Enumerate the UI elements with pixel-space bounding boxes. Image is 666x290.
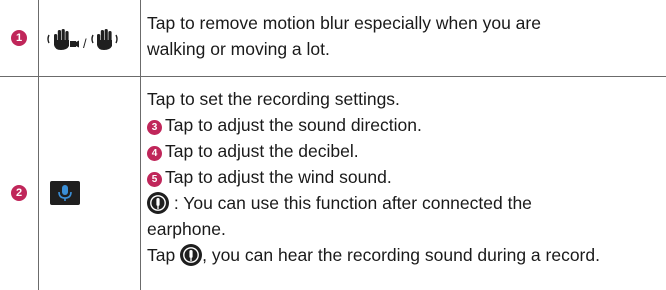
- sub-item-5-badge: 5: [147, 172, 162, 187]
- sub-item-decibel: 4 Tap to adjust the decibel.: [147, 138, 600, 164]
- sub-item-wind-sound: 5 Tap to adjust the wind sound.: [147, 164, 600, 190]
- row-1-description-line-1: Tap to remove motion blur especially whe…: [147, 13, 541, 33]
- sub-item-sound-direction: 3 Tap to adjust the sound direction.: [147, 112, 600, 138]
- tap-suffix: , you can hear the recording sound durin…: [202, 245, 600, 265]
- row-1-description: Tap to remove motion blur especially whe…: [147, 10, 541, 62]
- sub-item-5-text: Tap to adjust the wind sound.: [165, 167, 392, 187]
- earphone-note-text: : You can use this function after connec…: [173, 193, 532, 213]
- column-divider-2: [140, 0, 141, 290]
- sub-item-3-text: Tap to adjust the sound direction.: [165, 115, 422, 135]
- microphone-icon: [58, 185, 72, 201]
- steady-record-icons[interactable]: /: [46, 26, 136, 54]
- row-1-number-badge: 1: [11, 30, 27, 46]
- row-2-number-badge: 2: [11, 185, 27, 201]
- row-2-description-line-1: Tap to set the recording settings.: [147, 89, 400, 109]
- earphone-monitor-icon-inline[interactable]: [180, 244, 203, 266]
- row-2-description: Tap to set the recording settings. 3 Tap …: [147, 86, 600, 268]
- icon-separator: /: [83, 36, 87, 51]
- recording-settings-button[interactable]: [50, 181, 80, 205]
- row-1-description-line-2: walking or moving a lot.: [147, 39, 330, 59]
- earphone-note-line-1: : You can use this function after connec…: [147, 190, 600, 216]
- sub-item-4-badge: 4: [147, 146, 162, 161]
- sub-item-3-badge: 3: [147, 120, 162, 135]
- earphone-monitor-icon[interactable]: [147, 192, 169, 214]
- tap-earphone-line: Tap , you can hear the recording sound d…: [147, 242, 600, 268]
- sub-item-4-text: Tap to adjust the decibel.: [165, 141, 359, 161]
- settings-table: 1 / Tap to remove motion blur especially…: [0, 0, 666, 290]
- row-divider: [0, 76, 666, 77]
- earphone-note-line-2: earphone.: [147, 219, 226, 239]
- steady-hand-icon: /: [47, 29, 118, 51]
- tap-prefix: Tap: [147, 245, 176, 265]
- column-divider-1: [38, 0, 39, 290]
